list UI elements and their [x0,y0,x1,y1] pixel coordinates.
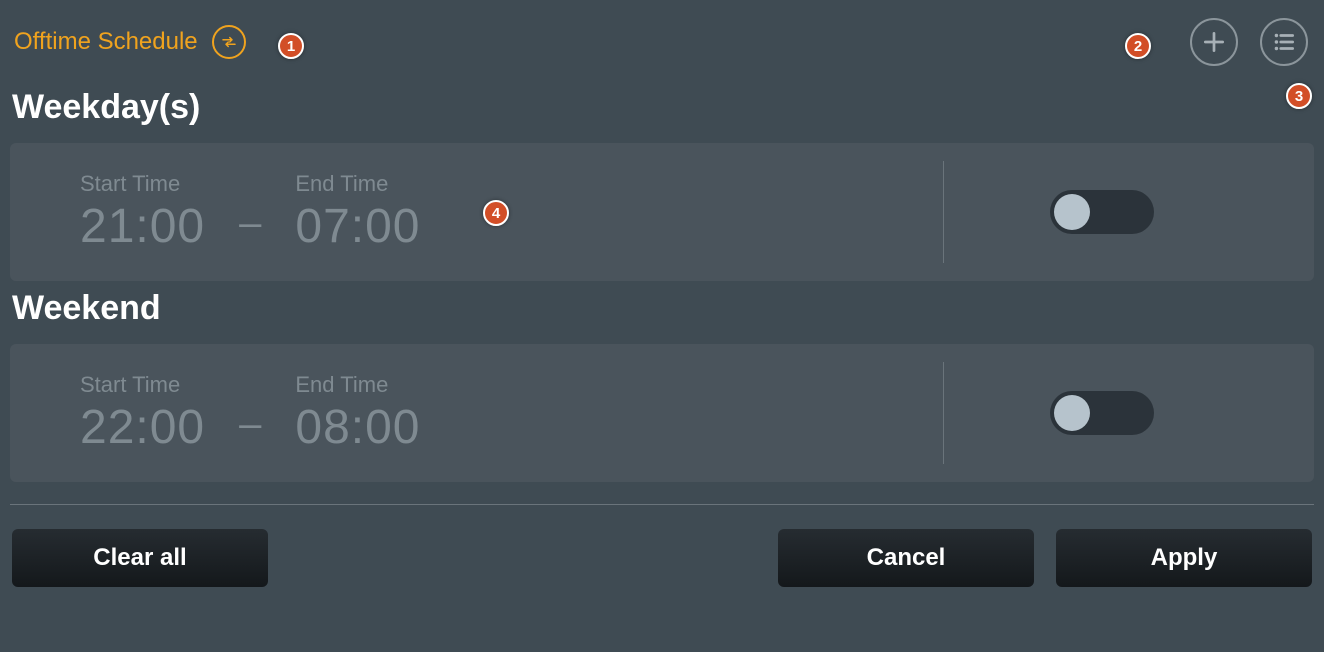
end-time-block[interactable]: End Time 07:00 [295,171,420,254]
vertical-divider [943,161,944,263]
start-time-block[interactable]: Start Time 21:00 [80,171,205,254]
weekend-schedule-card: Start Time 22:00 – End Time 08:00 [10,344,1314,482]
cancel-button[interactable]: Cancel [778,529,1034,587]
list-icon [1271,29,1297,55]
vertical-divider [943,362,944,464]
start-time-label: Start Time [80,372,205,398]
annotation-badge-1: 1 [278,33,304,59]
end-time-label: End Time [295,171,420,197]
end-time-value: 08:00 [295,400,420,455]
header: Offtime Schedule [10,18,1314,66]
list-view-button[interactable] [1260,18,1308,66]
section-title-weekend: Weekend [12,289,1314,328]
plus-icon [1201,29,1227,55]
header-left: Offtime Schedule [14,25,246,59]
add-schedule-button[interactable] [1190,18,1238,66]
annotation-badge-3: 3 [1286,83,1312,109]
weekday-enable-toggle[interactable] [1050,190,1154,234]
clear-all-button[interactable]: Clear all [12,529,268,587]
end-time-value: 07:00 [295,199,420,254]
section-title-weekdays: Weekday(s) [12,88,1314,127]
weekday-schedule-card: Start Time 21:00 – End Time 07:00 [10,143,1314,281]
weekend-enable-toggle[interactable] [1050,391,1154,435]
start-time-label: Start Time [80,171,205,197]
annotation-badge-2: 2 [1125,33,1151,59]
toggle-knob [1054,395,1090,431]
swap-mode-button[interactable] [212,25,246,59]
apply-button[interactable]: Apply [1056,529,1312,587]
page-title: Offtime Schedule [14,28,198,56]
start-time-block[interactable]: Start Time 22:00 [80,372,205,455]
time-range-dash: – [205,179,295,246]
start-time-value: 21:00 [80,199,205,254]
footer-divider [10,504,1314,505]
end-time-label: End Time [295,372,420,398]
offtime-schedule-page: Offtime Schedule [0,0,1324,607]
header-right [1190,18,1308,66]
footer: Clear all Cancel Apply [10,529,1314,587]
footer-right: Cancel Apply [778,529,1312,587]
toggle-knob [1054,194,1090,230]
end-time-block[interactable]: End Time 08:00 [295,372,420,455]
start-time-value: 22:00 [80,400,205,455]
time-range-dash: – [205,380,295,447]
swap-horizontal-icon [220,33,238,51]
annotation-badge-4: 4 [483,200,509,226]
